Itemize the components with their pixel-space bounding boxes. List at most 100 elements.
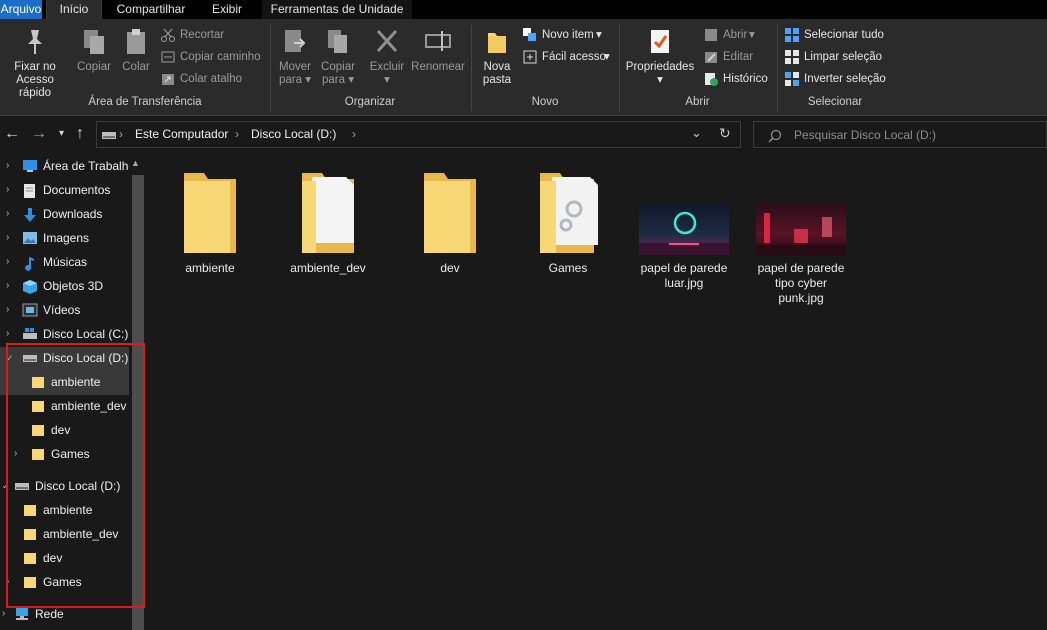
delete-x-icon [376,29,398,53]
music-note-icon [25,257,34,271]
tree-item-3d-objects[interactable]: › Objetos 3D [0,275,129,299]
delete-button[interactable]: Excluir ▾ [366,27,408,87]
pin-to-quick-access-button[interactable]: Fixar no Acesso rápido [0,27,70,100]
paste-shortcut-button[interactable]: Colar atalho [160,69,260,89]
group-divider [270,25,271,111]
file-item-games[interactable]: Games [512,167,624,276]
file-name-line-1: papel de parede [640,261,728,275]
breadcrumb-disk-d[interactable]: Disco Local (D:) [251,127,336,141]
downloads-arrow-icon [24,208,36,222]
paste-shortcut-icon [162,74,174,85]
tree-item-desktop[interactable]: › Área de Trabalho [0,155,135,179]
open-button[interactable]: Abrir ▾ [703,25,763,45]
tree-label: Documentos [43,183,111,197]
easy-access-button[interactable]: Fácil acesso ▾ [522,47,617,67]
group-label-organize: Organizar [344,96,396,108]
copy-button[interactable]: Copiar [74,27,114,74]
up-arrow-icon[interactable]: ↑ [76,125,84,143]
chevron-right-icon[interactable]: › [6,251,9,273]
cut-button[interactable]: Recortar [160,25,260,45]
file-item-wallpaper-luar[interactable]: papel de parede luar.jpg [628,203,740,291]
easy-access-label: Fácil acesso [542,51,606,63]
tree-label: Área de Trabalho [43,159,136,173]
tree-item-music[interactable]: › Músicas [0,251,129,275]
search-icon [768,129,782,143]
file-name-line-1: papel de parede [757,261,845,275]
refresh-icon[interactable]: ↻ [719,125,731,142]
move-to-button[interactable]: Mover para ▾ [274,27,316,87]
breadcrumb-this-pc[interactable]: Este Computador [135,127,228,141]
copy-icon [84,30,104,54]
chevron-down-icon: ▾ [749,29,755,41]
history-button[interactable]: Histórico [703,69,773,89]
tab-compartilhar[interactable]: Compartilhar [105,0,197,19]
chevron-right-icon[interactable]: › [6,179,9,201]
tab-ferramentas-de-unidade[interactable]: Ferramentas de Unidade [262,0,412,19]
delete-label: Excluir [369,61,405,73]
images-icon [23,232,37,244]
select-all-icon [785,28,799,42]
tab-arquivo[interactable]: Arquivo [0,0,42,19]
paste-button[interactable]: Colar [118,27,154,74]
chevron-right-icon[interactable]: › [2,603,5,625]
tree-label: Downloads [43,207,103,221]
address-bar[interactable]: › Este Computador › Disco Local (D:) › ⌄… [96,121,741,148]
chevron-right-icon[interactable]: › [6,275,9,297]
paste-shortcut-label: Colar atalho [180,73,243,85]
clear-selection-button[interactable]: Limpar seleção [784,47,894,67]
file-item-ambiente-dev[interactable]: ambiente_dev [272,167,384,276]
chevron-right-icon[interactable]: › [6,227,9,249]
tree-item-images[interactable]: › Imagens [0,227,129,251]
file-name-line-2: tipo cyber [774,276,828,290]
tree-item-documents[interactable]: › Documentos [0,179,129,203]
navigation-bar: ← → ▾ ↑ › Este Computador › Disco Local … [0,117,1047,155]
chevron-right-icon[interactable]: › [6,155,9,177]
breadcrumb-separator-icon: › [119,127,123,141]
address-dropdown-chevron-icon[interactable]: ⌄ [691,125,702,141]
edit-button[interactable]: Editar [703,47,763,67]
invert-selection-button[interactable]: Inverter seleção [784,69,894,89]
ribbon: Fixar no Acesso rápido Copiar Colar Reco… [0,19,1047,116]
new-item-button[interactable]: Novo item ▾ [522,25,612,45]
properties-button[interactable]: Propriedades ▾ [624,27,696,87]
cut-label: Recortar [180,29,225,41]
move-to-label-1: Mover [279,61,311,73]
chevron-right-icon[interactable]: › [6,323,9,345]
folder-with-document-icon [302,173,354,253]
chevron-right-icon[interactable]: › [6,299,9,321]
group-label-clipboard: Área de Transferência [88,96,202,108]
forward-arrow-icon[interactable]: → [31,125,47,143]
move-to-label-2: para [279,74,303,86]
properties-checkmark-icon [651,30,669,53]
tree-label: Músicas [43,255,88,269]
image-thumbnail-cyberpunk [756,203,846,255]
tree-item-downloads[interactable]: › Downloads [0,203,129,227]
file-item-dev[interactable]: dev [394,167,506,276]
back-arrow-icon[interactable]: ← [4,125,20,143]
file-name: Games [548,261,588,275]
tree-item-videos[interactable]: › Vídeos [0,299,129,323]
recent-locations-chevron-icon[interactable]: ▾ [59,128,64,139]
rename-button[interactable]: Renomear [410,27,466,74]
copy-path-button[interactable]: Copiar caminho [160,47,265,67]
folder-icon [184,173,236,253]
copy-path-label: Copiar caminho [180,51,261,63]
easy-access-icon [523,50,537,64]
drive-icon [102,132,116,139]
select-all-button[interactable]: Selecionar tudo [784,25,894,45]
tab-inicio[interactable]: Início [46,0,102,19]
move-to-icon [285,30,306,52]
group-divider [777,25,778,111]
select-all-label: Selecionar tudo [804,29,884,41]
copy-to-label-1: Copiar [321,61,355,73]
search-box[interactable]: Pesquisar Disco Local (D:) [753,121,1047,148]
chevron-right-icon[interactable]: › [6,203,9,225]
scroll-up-arrow-icon[interactable]: ▲ [131,158,140,168]
new-folder-button[interactable]: Nova pasta [476,27,518,87]
copy-to-button[interactable]: Copiar para ▾ [318,27,358,87]
group-divider [619,25,620,111]
file-item-ambiente[interactable]: ambiente [154,167,266,276]
tab-exibir[interactable]: Exibir [202,0,252,19]
file-item-wallpaper-cyberpunk[interactable]: papel de parede tipo cyber punk.jpg [745,203,857,306]
cube-3d-icon [23,280,37,294]
